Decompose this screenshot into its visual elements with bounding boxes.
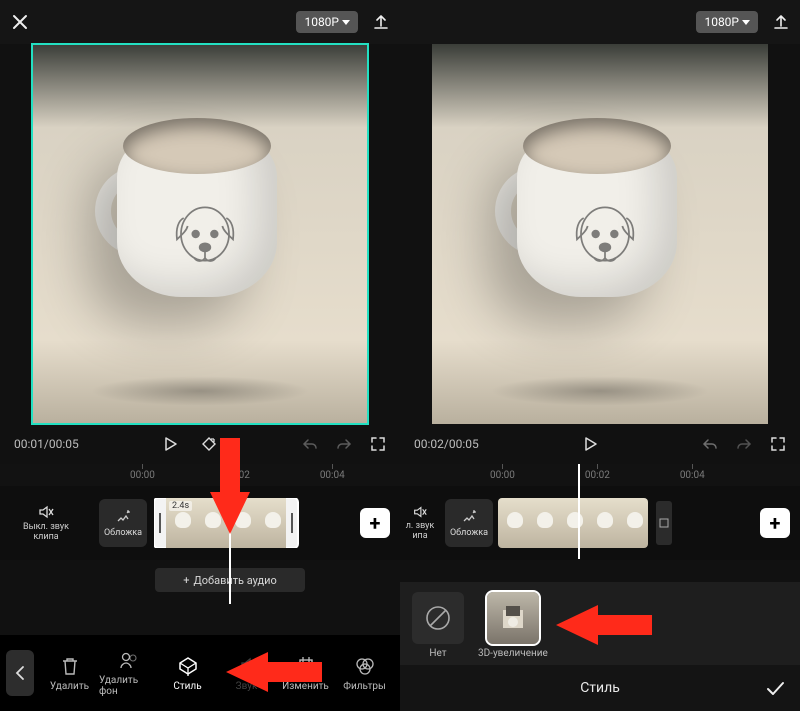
timeline[interactable]: л. звук ипа Обложка + [400,486,800,560]
mute-label: л. звук ипа [400,522,440,542]
style-option-label: Нет [429,648,446,659]
cover-label: Обложка [450,528,488,538]
tool-label: Удалить фон [99,675,158,697]
ruler-tick: 00:00 [130,470,155,481]
clip-duration: 2.4s [169,501,192,511]
bottom-toolbar: Удалить Удалить фон Стиль Звук Изменить … [0,635,400,711]
redo-button[interactable] [336,436,352,452]
tool-style[interactable]: Стиль [158,655,217,692]
panel-footer: Стиль [400,665,800,711]
tool-label: Удалить [50,681,89,692]
tool-label: Фильтры [343,681,386,692]
transport-bar: 00:01/00:05 [0,424,400,464]
panel-title: Стиль [580,680,620,696]
clip[interactable] [498,498,648,548]
cover-label: Обложка [104,528,142,538]
clip-selected[interactable]: 2.4s [154,498,298,548]
play-button[interactable] [162,436,178,452]
clip-handle-left[interactable] [154,498,166,548]
top-bar: 1080P [0,0,400,44]
tool-label: Изменить [282,681,329,692]
cover-button[interactable]: Обложка [99,499,147,547]
add-audio-label: Добавить аудио [193,574,276,587]
play-button[interactable] [582,436,598,452]
playhead[interactable] [578,464,580,559]
timeline[interactable]: Выкл. звук клипа Обложка 2.4s + + До [0,486,400,606]
style-options-panel: Нет 3D-увеличение [400,582,800,665]
clip-end-marker[interactable] [656,501,672,545]
playhead[interactable] [229,464,231,604]
pane-left: 1080P 00:01/00: [0,0,400,711]
keyframe-button[interactable] [200,435,218,453]
pane-right: 1080P 00:02/00: [400,0,800,711]
fullscreen-button[interactable] [370,436,386,452]
chevron-down-icon [342,20,350,25]
preview-canvas[interactable] [32,44,368,424]
undo-button[interactable] [302,436,318,452]
tool-sound[interactable]: Звук [217,655,276,692]
ruler-tick: 00:02 [585,470,610,481]
tool-edit[interactable]: Изменить [276,655,335,692]
resolution-label: 1080P [304,15,339,29]
ruler-tick: 00:04 [680,470,705,481]
tool-filters[interactable]: Фильтры [335,655,394,692]
export-icon[interactable] [372,13,390,31]
chevron-down-icon [742,20,750,25]
preview-canvas[interactable] [432,44,768,424]
redo-button[interactable] [736,436,752,452]
cover-button[interactable]: Обложка [445,499,493,547]
plus-icon: + [183,574,189,587]
resolution-selector[interactable]: 1080P [696,11,758,33]
close-icon[interactable] [10,12,30,32]
resolution-selector[interactable]: 1080P [296,11,358,33]
mute-toggle[interactable]: л. звук ипа [400,504,440,542]
shadow [490,376,710,406]
tool-label: Звук [236,681,258,692]
style-option-label: 3D-увеличение [478,648,548,659]
time-readout: 00:02/00:05 [414,437,479,451]
ruler-tick: 00:00 [490,470,515,481]
export-icon[interactable] [772,13,790,31]
preview-image-mug [495,104,705,314]
fullscreen-button[interactable] [770,436,786,452]
time-readout: 00:01/00:05 [14,437,79,451]
transport-bar: 00:02/00:05 [400,424,800,464]
timeline-ruler[interactable]: 00:00 00:02 00:04 [0,464,400,486]
mute-toggle[interactable]: Выкл. звук клипа [0,503,92,543]
add-clip-button[interactable]: + [360,508,390,538]
clip-handle-right[interactable] [286,498,298,548]
preview-image-mug [95,104,305,314]
resolution-label: 1080P [704,15,739,29]
undo-button[interactable] [702,436,718,452]
add-clip-button[interactable]: + [760,508,790,538]
tool-label: Стиль [173,681,201,692]
clip-strip[interactable] [498,498,800,548]
mute-label: Выкл. звук клипа [16,523,76,543]
style-option-none[interactable]: Нет [412,592,464,659]
clip-row: Выкл. звук клипа Обложка 2.4s + [0,486,400,560]
tool-delete[interactable]: Удалить [40,655,99,692]
shadow [90,376,310,406]
style-option-3d-zoom[interactable]: 3D-увеличение [478,592,548,659]
top-bar: 1080P [400,0,800,44]
clip-row: л. звук ипа Обложка + [400,486,800,560]
tool-remove-bg[interactable]: Удалить фон [99,649,158,697]
ruler-tick: 00:04 [320,470,345,481]
timeline-ruler[interactable]: 00:00 00:02 00:04 [400,464,800,486]
confirm-button[interactable] [764,677,786,699]
back-button[interactable] [6,650,34,696]
